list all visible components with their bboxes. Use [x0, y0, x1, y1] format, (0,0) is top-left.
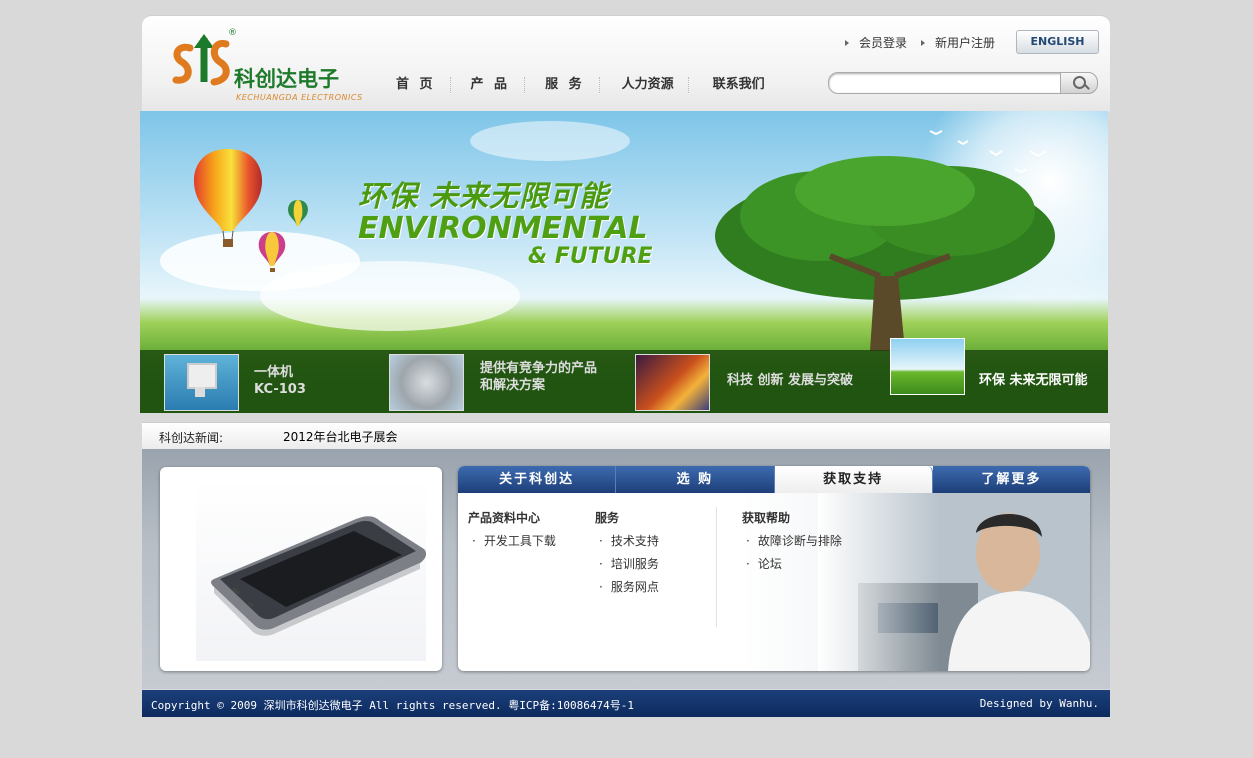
birds-icon	[929, 130, 1047, 174]
banner-headline: 环保 未来无限可能 ENVIRONMENTAL & FUTURE	[358, 173, 653, 269]
tab-content: 产品资料中心 开发工具下载 服务 技术支持 培训服务 服务网点 获取帮助 故障诊…	[458, 493, 1090, 671]
nav-item-hr[interactable]: 人力资源	[600, 77, 689, 93]
engineer-photo	[818, 493, 1090, 671]
headline-chinese: 环保 未来无限可能	[358, 179, 610, 213]
english-button[interactable]: ENGLISH	[1016, 30, 1099, 54]
column-title: 产品资料中心	[468, 511, 541, 525]
headline-english-line2: & FUTURE	[528, 244, 653, 269]
search-icon-handle	[1084, 84, 1090, 90]
tab-support[interactable]: 获取支持	[774, 466, 933, 493]
banner-thumbnail-strip: 一体机 KC-103 提供有竞争力的产品 和解决方案 科技 创新 发展与突破 环保 …	[140, 338, 1108, 413]
cloud	[260, 261, 520, 331]
news-item-link[interactable]: 2012年台北电子展会	[283, 428, 398, 445]
tab-purchase[interactable]: 选 购	[616, 466, 775, 493]
top-links: 会员登录 新用户注册	[845, 34, 995, 51]
link-training[interactable]: 培训服务	[595, 555, 659, 578]
link-troubleshooting[interactable]: 故障诊断与排除	[742, 532, 842, 555]
register-link[interactable]: 新用户注册	[921, 34, 995, 51]
search-button[interactable]	[1060, 72, 1098, 94]
login-link-label: 会员登录	[859, 36, 908, 50]
product-showcase	[160, 467, 442, 671]
content-area: 关于科创达 选 购 获取支持 了解更多 产品资料中心 · 开发工具下载 服务 ·…	[142, 449, 1110, 689]
search-box	[828, 72, 1098, 94]
headline-english-line1: ENVIRONMENTAL	[358, 211, 648, 246]
thumb-label-line1: 环保 未来无限可能	[979, 373, 1088, 388]
link-dev-tools-download[interactable]: 开发工具下载	[468, 532, 556, 555]
thumb-label-products: 提供有竞争力的产品 和解决方案	[480, 360, 597, 394]
computer-icon	[187, 363, 217, 389]
nav-item-home[interactable]: 首 页	[382, 77, 451, 93]
thumb-label-line1: 提供有竞争力的产品	[480, 361, 598, 376]
thumb-label-line2: KC-103	[254, 382, 306, 397]
column-get-help: 获取帮助 故障诊断与排除 论坛	[742, 509, 842, 578]
tab-about[interactable]: 关于科创达	[458, 466, 617, 493]
logo-english-text: KECHUANGDA ELECTRONICS	[236, 93, 363, 102]
search-input[interactable]	[839, 74, 1061, 92]
nav-item-services[interactable]: 服 务	[525, 77, 600, 93]
link-service-outlets[interactable]: 服务网点	[595, 578, 659, 601]
thumb-label-line1: 一体机	[254, 365, 294, 380]
main-nav: 首 页 产 品 服 务 人力资源 联系我们	[382, 77, 779, 93]
tree-image	[715, 156, 1055, 351]
thumb-innovation[interactable]	[635, 354, 710, 411]
thumb-label-pc: 一体机 KC-103	[254, 364, 306, 398]
search-icon	[1073, 76, 1086, 89]
column-title: 获取帮助	[742, 511, 791, 525]
hot-air-balloon-image	[258, 232, 286, 272]
nav-item-contact[interactable]: 联系我们	[689, 77, 779, 93]
support-tabs-panel: 关于科创达 选 购 获取支持 了解更多 产品资料中心 · 开发工具下载 服务 ·…	[458, 466, 1090, 671]
link-forum[interactable]: 论坛	[742, 555, 842, 578]
computer-stand	[195, 387, 205, 397]
cloud	[470, 121, 630, 161]
product-image-frame	[196, 479, 427, 661]
column-product-docs: 产品资料中心 开发工具下载	[468, 509, 556, 555]
column-divider	[716, 507, 717, 627]
thumb-label-line1: 科技 创新 发展与突破	[727, 373, 854, 388]
logo-chinese-text: 科创达电子	[234, 67, 339, 91]
thumb-competitive-products[interactable]	[389, 354, 464, 411]
header: ® 科创达电子 KECHUANGDA ELECTRONICS 会员登录 新用户注…	[142, 15, 1110, 112]
logo-registered-mark: ®	[228, 28, 237, 38]
nav-item-products[interactable]: 产 品	[451, 77, 526, 93]
logo[interactable]: ® 科创达电子 KECHUANGDA ELECTRONICS	[170, 26, 362, 102]
arrow-right-icon	[921, 39, 926, 46]
register-link-label: 新用户注册	[935, 36, 996, 50]
login-link[interactable]: 会员登录	[845, 34, 907, 51]
arrow-right-icon	[845, 39, 849, 46]
column-title: 服务	[595, 511, 620, 525]
thumb-label-innovation: 科技 创新 发展与突破	[727, 372, 853, 389]
news-label: 科创达新闻:	[159, 431, 224, 445]
column-services: 服务 技术支持 培训服务 服务网点	[595, 509, 659, 601]
news-bar: 科创达新闻: 2012年台北电子展会	[142, 422, 1110, 450]
thumb-label-line2: 和解决方案	[480, 378, 546, 393]
link-tech-support[interactable]: 技术支持	[595, 532, 659, 555]
tab-bar: 关于科创达 选 购 获取支持 了解更多	[458, 466, 1090, 493]
tab-learn-more[interactable]: 了解更多	[932, 466, 1090, 493]
page: ® 科创达电子 KECHUANGDA ELECTRONICS 会员登录 新用户注…	[140, 15, 1110, 718]
thumb-label-environment: 环保 未来无限可能	[979, 372, 1088, 389]
thumb-environment[interactable]	[890, 338, 965, 395]
copyright-text: Copyright © 2009 深圳市科创达微电子 All rights re…	[151, 699, 634, 712]
hot-air-balloon-image	[288, 200, 308, 226]
hero-banner: 环保 未来无限可能 ENVIRONMENTAL & FUTURE 一体机 KC-1…	[140, 111, 1108, 413]
thumb-all-in-one-pc[interactable]	[164, 354, 239, 411]
footer: Copyright © 2009 深圳市科创达微电子 All rights re…	[142, 690, 1110, 717]
tablet-image[interactable]	[196, 479, 427, 661]
designer-credit: Designed by Wanhu.	[979, 697, 1099, 710]
